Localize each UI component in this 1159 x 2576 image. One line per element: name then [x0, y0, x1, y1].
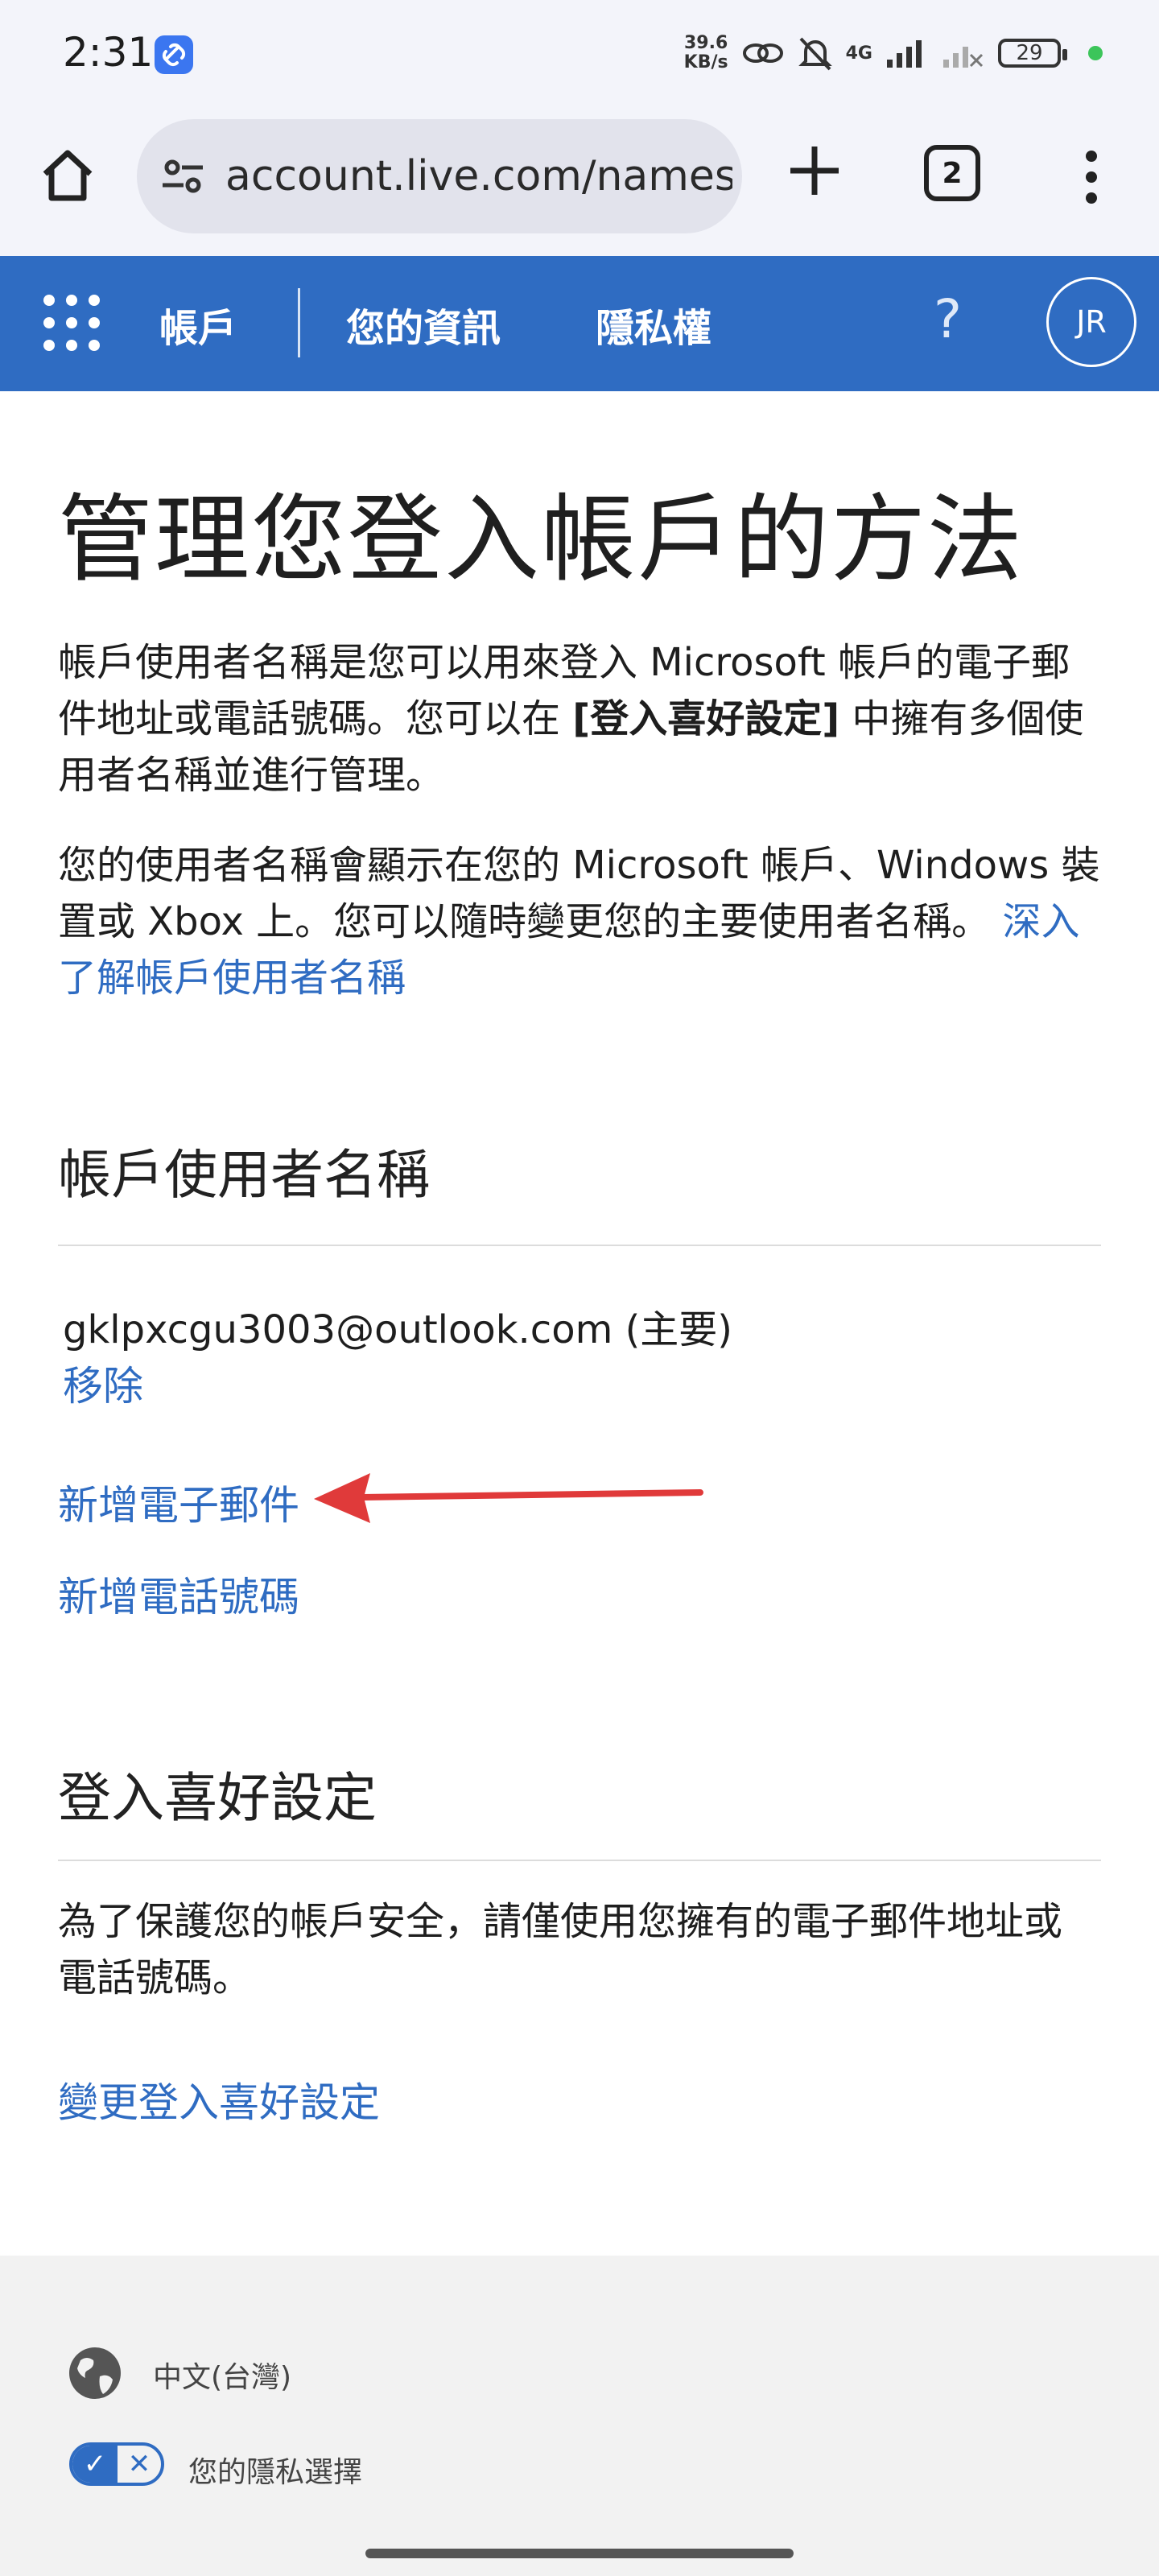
- section-divider: [58, 1245, 1101, 1246]
- browser-menu-button[interactable]: [1067, 137, 1116, 217]
- privacy-choices-icon[interactable]: ✓ ✕: [69, 2442, 164, 2486]
- status-icons: 39.6 KB/s 4G 29: [684, 29, 1103, 77]
- signal-icon: [887, 40, 922, 68]
- signin-preferences-text: 為了保護您的帳戶安全，請僅使用您擁有的電子郵件地址或電話號碼。: [58, 1899, 1063, 2000]
- nav-divider: [298, 288, 300, 357]
- status-bar: 2:31 39.6 KB/s 4G 29: [0, 0, 1159, 105]
- annotation-arrow-icon: [314, 1473, 703, 1523]
- tab-switcher-button[interactable]: 2: [924, 145, 980, 201]
- page-title: 管理您登入帳戶的方法: [58, 484, 1025, 595]
- nav-account[interactable]: 帳戶: [159, 296, 237, 353]
- section-divider: [58, 1860, 1101, 1861]
- primary-email: gklpxcgu3003@outlook.com (主要): [63, 1307, 733, 1352]
- account-header: 帳戶 您的資訊 隱私權 ? JR: [0, 256, 1159, 391]
- network-type: 4G: [845, 43, 872, 64]
- nav-your-info[interactable]: 您的資訊: [346, 296, 501, 353]
- link-app-icon: [155, 35, 193, 74]
- hotspot-link-icon: [742, 43, 783, 63]
- address-bar[interactable]: account.live.com/names: [137, 119, 742, 233]
- url-text[interactable]: account.live.com/names: [225, 148, 732, 204]
- add-email-link[interactable]: 新增電子郵件: [58, 1473, 299, 1531]
- display-paragraph: 您的使用者名稱會顯示在您的 Microsoft 帳戶、Windows 裝置或 X…: [58, 843, 1100, 1001]
- home-icon: [43, 150, 93, 201]
- usernames-heading: 帳戶使用者名稱: [58, 1144, 430, 1206]
- site-settings-icon[interactable]: [156, 150, 209, 203]
- network-speed: 39.6 KB/s: [683, 33, 728, 72]
- signin-preferences-heading: 登入喜好設定: [58, 1767, 377, 1829]
- privacy-choices-link[interactable]: 您的隱私選擇: [188, 2449, 362, 2491]
- bell-muted-icon: [798, 37, 832, 71]
- battery-indicator: 29: [998, 39, 1067, 68]
- globe-icon: [69, 2347, 121, 2399]
- footer: 中文(台灣) ✓ ✕ 您的隱私選擇: [0, 2256, 1159, 2576]
- home-indicator[interactable]: [365, 2549, 794, 2558]
- avatar[interactable]: JR: [1046, 277, 1136, 367]
- language-selector[interactable]: 中文(台灣): [153, 2354, 291, 2396]
- add-phone-link[interactable]: 新增電話號碼: [58, 1565, 299, 1623]
- help-icon[interactable]: ?: [934, 288, 962, 350]
- intro-paragraph: 帳戶使用者名稱是您可以用來登入 Microsoft 帳戶的電子郵件地址或電話號碼…: [58, 640, 1084, 798]
- nav-privacy[interactable]: 隱私權: [596, 296, 711, 353]
- new-tab-button[interactable]: [782, 138, 847, 203]
- browser-toolbar: account.live.com/names 2: [0, 105, 1159, 256]
- remove-link[interactable]: 移除: [63, 1354, 143, 1412]
- plus-icon: [790, 147, 839, 195]
- home-button[interactable]: [35, 143, 100, 208]
- signal-weak-icon: [943, 47, 984, 68]
- change-signin-preferences-link[interactable]: 變更登入喜好設定: [58, 2070, 380, 2128]
- app-launcher-icon[interactable]: [43, 295, 100, 351]
- privacy-dot-icon: [1088, 46, 1103, 60]
- status-time: 2:31: [63, 29, 154, 76]
